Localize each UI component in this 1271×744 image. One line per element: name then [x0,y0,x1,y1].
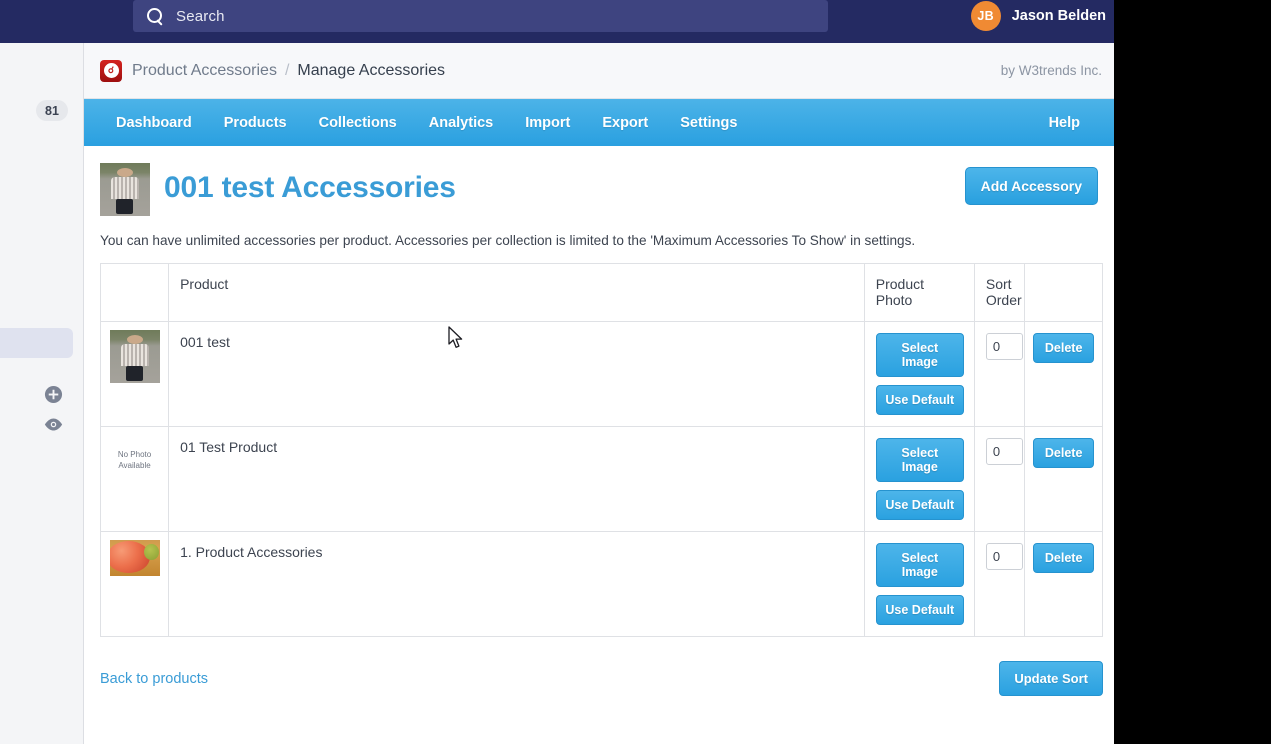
row-thumbnail-cell [99,321,170,427]
left-sidebar: 81 [0,43,84,744]
no-photo-label: No Photo Available [117,450,152,470]
row-thumbnail-cell [99,531,170,637]
page-description: You can have unlimited accessories per p… [100,233,916,248]
row-delete-cell: Delete [1023,321,1104,427]
avatar: JB [970,1,1001,31]
row-thumbnail [109,330,160,383]
row-sort-order-cell [973,531,1025,637]
table-footer: Back to products Update Sort [100,661,1103,696]
use-default-button[interactable]: Use Default [875,385,964,415]
row-delete-cell: Delete [1023,426,1104,532]
main-nav: Dashboard Products Collections Analytics… [84,99,1114,146]
select-image-button[interactable]: Select Image [875,438,964,482]
row-thumbnail-cell: No Photo Available [99,426,170,532]
use-default-button[interactable]: Use Default [875,490,964,520]
breadcrumb-separator: / [284,61,290,79]
product-name: 001 test [180,334,230,350]
person-photo [100,163,150,216]
page-header: 001 test Accessories Add Accessory [100,163,1098,216]
row-photo-actions-cell: Select Image Use Default [863,531,975,637]
delete-button[interactable]: Delete [1032,438,1095,468]
row-thumbnail [109,540,160,576]
screenshot-root: Search JB Jason Belden 81 ☌ Product Acce… [0,0,1271,744]
row-photo-actions-cell: Select Image Use Default [863,426,975,532]
sort-order-input[interactable] [985,543,1023,570]
nav-item-help[interactable]: Help [1033,115,1096,131]
page-title: 001 test Accessories [164,171,456,204]
update-sort-button[interactable]: Update Sort [999,661,1103,696]
delete-button[interactable]: Delete [1032,543,1095,573]
apple-photo [109,540,160,576]
breadcrumb: ☌ Product Accessories / Manage Accessori… [84,43,1114,99]
row-sort-order-cell [973,426,1025,532]
eye-icon[interactable] [44,418,63,437]
accessories-table: Product Product Photo Sort Order 001 tes… [99,263,1104,637]
row-product-cell: 01 Test Product [168,426,865,532]
breadcrumb-app-link[interactable]: Product Accessories [132,62,277,80]
row-product-cell: 001 test [168,321,865,427]
select-image-button[interactable]: Select Image [875,333,964,377]
sort-order-input[interactable] [985,438,1023,465]
back-to-products-link[interactable]: Back to products [100,671,208,687]
nav-item-dashboard[interactable]: Dashboard [100,115,208,131]
use-default-button[interactable]: Use Default [875,595,964,625]
column-header-sort-order: Sort Order [973,263,1025,322]
table-row: 001 test Select Image Use Default Delete [99,321,1104,427]
top-bar: Search JB Jason Belden [0,0,1114,43]
user-name: Jason Belden [1011,8,1106,24]
vendor-credit: by W3trends Inc. [1000,63,1102,78]
nav-item-collections[interactable]: Collections [303,115,413,131]
row-product-cell: 1. Product Accessories [168,531,865,637]
search-input[interactable]: Search [133,0,828,32]
table-row: 1. Product Accessories Select Image Use … [99,531,1104,637]
sort-order-input[interactable] [985,333,1023,360]
sidebar-highlight-item[interactable] [0,328,73,358]
column-header-thumbnail [99,263,170,322]
add-accessory-button[interactable]: Add Accessory [964,167,1098,205]
select-image-button[interactable]: Select Image [875,543,964,587]
row-delete-cell: Delete [1023,531,1104,637]
plus-icon[interactable] [44,385,63,404]
nav-item-analytics[interactable]: Analytics [413,115,509,131]
product-name: 1. Product Accessories [180,544,323,560]
app-logo-icon: ☌ [100,59,122,82]
person-photo [109,330,160,383]
delete-button[interactable]: Delete [1032,333,1095,363]
nav-item-products[interactable]: Products [208,115,303,131]
app-viewport: Search JB Jason Belden 81 ☌ Product Acce… [0,0,1114,744]
logo-glyph: ☌ [103,63,119,78]
row-sort-order-cell [973,321,1025,427]
table-header-row: Product Product Photo Sort Order [99,263,1104,322]
row-thumbnail-placeholder: No Photo Available [110,435,160,488]
column-header-product-photo: Product Photo [863,263,975,322]
product-name: 01 Test Product [180,439,278,455]
user-menu[interactable]: JB Jason Belden [970,0,1106,32]
column-header-actions [1023,263,1104,322]
nav-item-export[interactable]: Export [586,115,664,131]
product-hero-thumbnail [100,163,150,216]
table-row: No Photo Available 01 Test Product Selec… [99,426,1104,532]
column-header-product: Product [168,263,865,322]
breadcrumb-current-page: Manage Accessories [297,61,446,79]
nav-item-settings[interactable]: Settings [664,115,753,131]
sidebar-badge-count[interactable]: 81 [36,100,68,121]
nav-item-import[interactable]: Import [509,115,586,131]
search-icon [147,7,164,25]
main-content: 001 test Accessories Add Accessory You c… [84,146,1114,744]
search-placeholder: Search [176,7,225,25]
row-photo-actions-cell: Select Image Use Default [863,321,975,427]
